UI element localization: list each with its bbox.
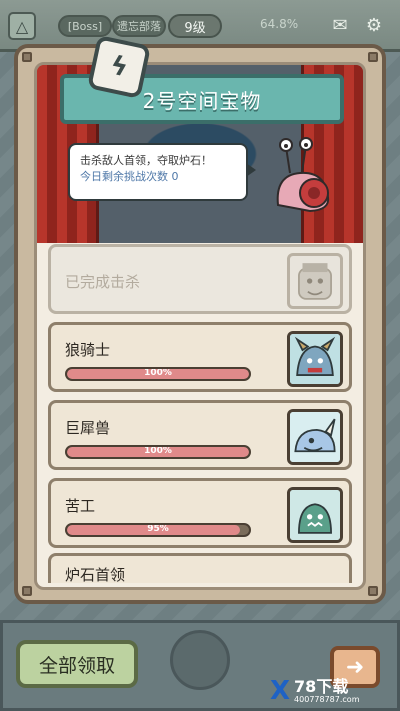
alert-triangle-icon[interactable]: △	[8, 12, 36, 40]
claim-all-button[interactable]: 全部领取	[16, 640, 138, 688]
panel-title: 2号空间宝物	[142, 88, 262, 113]
boss-speech-bubble: 击杀敌人首领，夺取炉石！ 今日剩余挑战次数 0	[68, 143, 256, 201]
watermark-x-icon: X	[270, 676, 291, 706]
progress-bar: 100%	[65, 367, 251, 381]
mail-icon[interactable]: ✉	[328, 13, 352, 37]
space-emblem-icon: ϟ	[86, 34, 152, 100]
bubble-attempts: 今日剩余挑战次数 0	[80, 170, 179, 183]
list-item-worker[interactable]: 苦工 95%	[48, 478, 352, 548]
site-watermark: X 78下载 400778787.com	[270, 676, 360, 706]
progress-percent: 64.8%	[260, 17, 299, 31]
boss-portrait-icon	[287, 253, 343, 309]
list-item-rhino-beast[interactable]: 巨犀兽 100%	[48, 400, 352, 470]
worker-portrait-icon	[287, 487, 343, 543]
list-item-hearthstone-leader[interactable]: 炉石首领	[48, 553, 352, 584]
progress-bar: 95%	[65, 523, 251, 537]
progress-bar: 100%	[65, 445, 251, 459]
rhino-beast-portrait-icon	[287, 409, 343, 465]
snail-boss-icon	[276, 137, 330, 213]
level-badge: 9级	[168, 14, 222, 38]
boss-name: 遗忘部落	[112, 15, 166, 37]
wolf-knight-portrait-icon	[287, 331, 343, 387]
settings-gear-icon[interactable]: ⚙	[362, 13, 386, 37]
list-item-wolf-knight[interactable]: 狼骑士 100%	[48, 322, 352, 392]
boss-tag: [Boss]	[58, 15, 112, 37]
list-item-completed[interactable]: 已完成击杀	[48, 244, 352, 314]
bubble-message: 击杀敌人首领，夺取炉石！	[80, 154, 212, 167]
